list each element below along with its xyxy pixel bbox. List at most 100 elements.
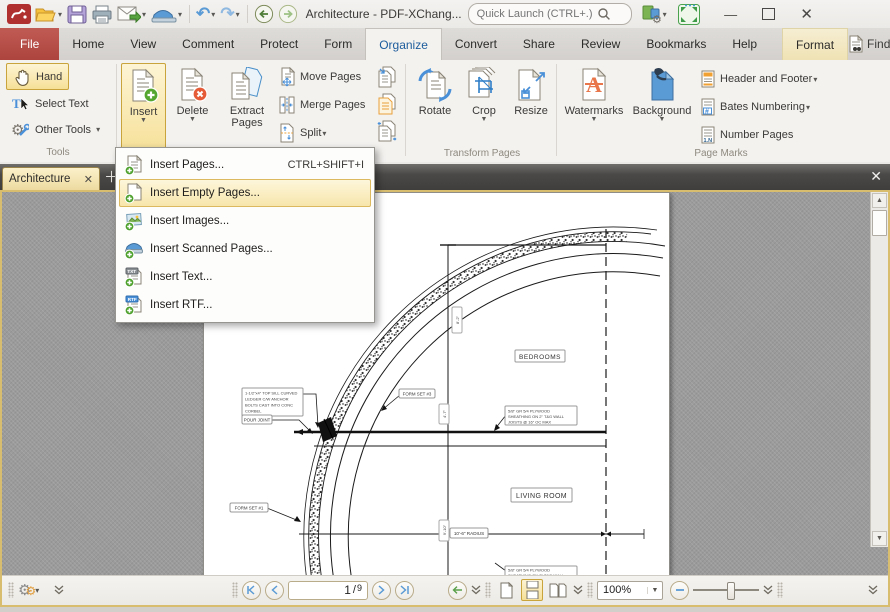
view-history-chevron-icon[interactable] [471,585,481,595]
delete-caret[interactable]: ▼ [189,117,196,123]
merge-pages-button[interactable]: Merge Pages [278,92,378,118]
zoom-slider-handle[interactable] [727,582,735,600]
tab-view[interactable]: View [117,28,169,60]
close-button[interactable]: ✕ [792,2,822,26]
document-pane-close-icon[interactable]: ✕ [870,168,882,185]
resize-button[interactable]: Resize [509,63,553,155]
minimize-button[interactable]: — [716,2,746,26]
zoom-dropdown-caret[interactable]: ▼ [647,587,662,594]
menu-item-insert-scanned-pages[interactable]: Insert Scanned Pages... [119,235,371,263]
hand-tool-button[interactable]: Hand [6,63,69,90]
menu-item-insert-empty-pages[interactable]: Insert Empty Pages... [119,179,371,207]
ui-options-button[interactable]: ⚙ ▾ [640,2,670,26]
bates-numbering-button[interactable]: # Bates Numbering ▾ [700,94,880,120]
expand-toolbar-chevron-icon[interactable] [54,585,64,595]
tab-comment[interactable]: Comment [169,28,247,60]
background-caret[interactable]: ▼ [659,117,666,123]
options-caret[interactable]: ▾ [34,586,40,595]
scanner-caret[interactable]: ▾ [177,10,183,19]
history-forward-button[interactable] [276,2,300,26]
document-tab-close-icon[interactable]: ✕ [84,173,93,186]
duplicate-pages-icon[interactable] [377,66,397,88]
layout-more-chevron-icon[interactable] [573,585,583,595]
history-back-button[interactable] [252,2,276,26]
print-button[interactable] [89,2,115,26]
zoom-more-chevron-icon[interactable] [763,585,773,595]
options-gears-icon[interactable]: ⚙⚙ [18,581,30,599]
insert-caret[interactable]: ▼ [140,118,147,124]
tab-review[interactable]: Review [568,28,633,60]
right-toolbar-chevron-icon[interactable] [868,585,878,595]
layout-grip[interactable] [485,582,491,598]
scrollbar-thumb[interactable] [872,210,887,236]
vertical-scrollbar[interactable]: ▲ ▼ [870,192,888,547]
tab-help[interactable]: Help [719,28,770,60]
undo-button[interactable]: ↶▾ [194,2,218,26]
extract-pages-button[interactable]: Extract Pages [220,63,274,155]
background-button[interactable]: Background ▼ [629,63,695,155]
swap-pages-icon[interactable] [377,120,397,142]
move-pages-button[interactable]: Move Pages [278,64,374,90]
tab-convert[interactable]: Convert [442,28,510,60]
document-tab-architecture[interactable]: Architecture ✕ [2,167,100,190]
menu-item-insert-pages[interactable]: Insert Pages... CTRL+SHIFT+I [119,151,371,179]
search-icon[interactable] [597,7,611,21]
tab-organize[interactable]: Organize [365,28,442,60]
other-tools-caret[interactable]: ▾ [95,125,101,134]
find-document-icon[interactable] [848,35,865,54]
replace-pages-icon[interactable] [377,93,397,115]
zoom-out-button[interactable] [670,581,689,600]
scroll-down-button[interactable]: ▼ [872,531,887,546]
crop-caret[interactable]: ▼ [481,117,488,123]
insert-button[interactable]: Insert ▼ [121,63,166,155]
tab-home[interactable]: Home [59,28,117,60]
single-page-layout-button[interactable] [495,579,517,601]
zoom-level-dropdown[interactable]: 100% ▼ [597,581,663,600]
email-button[interactable]: ▾ [115,2,149,26]
tab-format[interactable]: Format [782,28,848,60]
zoom-slider[interactable] [693,589,759,591]
number-pages-button[interactable]: 1.N Number Pages [700,122,880,148]
watermarks-caret[interactable]: ▼ [591,117,598,123]
header-footer-button[interactable]: Header and Footer ▾ [700,66,880,92]
two-page-layout-button[interactable] [547,579,569,601]
menu-item-insert-images[interactable]: Insert Images... [119,207,371,235]
rotate-button[interactable]: Rotate [411,63,459,155]
maximize-button[interactable] [754,2,784,26]
nav-grip[interactable] [232,582,238,598]
quick-launch-box[interactable] [468,3,632,25]
find-button[interactable]: Find... [867,37,890,51]
continuous-layout-button[interactable] [521,579,543,601]
tab-file[interactable]: File [0,28,59,60]
last-page-button[interactable] [395,581,414,600]
slider-grip[interactable] [777,582,783,598]
tab-share[interactable]: Share [510,28,568,60]
scanner-button[interactable]: ▾ [149,2,185,26]
tab-bookmarks[interactable]: Bookmarks [633,28,719,60]
menu-item-insert-text[interactable]: TXT Insert Text... [119,263,371,291]
redo-caret[interactable]: ▾ [235,10,241,19]
crop-button[interactable]: Crop ▼ [463,63,505,155]
open-file-caret[interactable]: ▾ [57,10,63,19]
previous-page-button[interactable] [265,581,284,600]
ui-options-caret[interactable]: ▾ [662,10,668,19]
quick-launch-input[interactable] [475,7,597,21]
fullscreen-button[interactable] [676,2,702,26]
select-text-button[interactable]: T Select Text [6,91,95,116]
scroll-up-button[interactable]: ▲ [872,193,887,208]
header-footer-caret[interactable]: ▾ [812,75,818,84]
tab-protect[interactable]: Protect [247,28,311,60]
open-file-button[interactable]: ▾ [33,2,65,26]
watermarks-button[interactable]: A Watermarks ▼ [561,63,627,155]
previous-view-button[interactable] [448,581,467,600]
split-caret[interactable]: ▾ [321,129,327,138]
first-page-button[interactable] [242,581,261,600]
redo-button[interactable]: ↷▾ [218,2,242,26]
undo-caret[interactable]: ▾ [210,10,216,19]
delete-button[interactable]: Delete ▼ [170,63,215,155]
menu-item-insert-rtf[interactable]: RTF Insert RTF... [119,291,371,319]
email-caret[interactable]: ▾ [141,10,147,19]
tab-form[interactable]: Form [311,28,365,60]
zoom-grip[interactable] [587,582,593,598]
save-button[interactable] [65,2,89,26]
